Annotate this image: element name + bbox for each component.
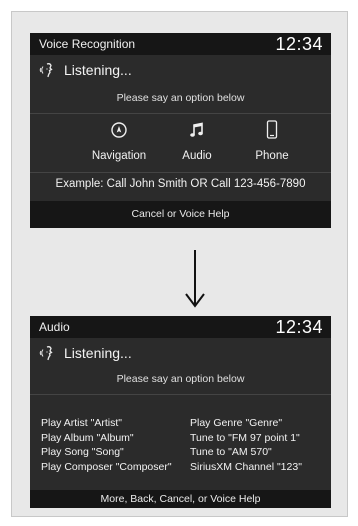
screen-title: Voice Recognition [39,37,136,51]
option-label: Navigation [91,150,147,162]
divider [30,394,331,395]
listening-status: Listening... [38,59,132,81]
option-audio[interactable]: Audio [157,119,237,162]
cancel-voice-help-button[interactable]: Cancel or Voice Help [30,201,331,228]
audio-voice-screen: Audio 12:34 Listening... Please say an o… [30,316,331,508]
divider [30,172,331,173]
title-bar: Voice Recognition 12:34 [30,33,331,55]
prompt-text: Please say an option below [116,92,245,104]
divider [30,113,331,114]
clock: 12:34 [275,34,323,54]
more-back-cancel-help-button[interactable]: More, Back, Cancel, or Voice Help [30,490,331,508]
option-phone[interactable]: Phone [232,119,312,162]
command-item: Play Album "Album" [41,431,134,444]
listening-text: Listening... [64,345,132,361]
example-text: Example: Call John Smith OR Call 123-456… [55,178,306,190]
voice-recognition-screen: Voice Recognition 12:34 Listening... Ple… [30,33,331,228]
navigation-icon [79,119,159,141]
command-item: Tune to "AM 570" [190,446,272,458]
options-row: Navigation Audio Phone [30,119,331,169]
arrow-down-icon [184,250,206,308]
command-list-left: Play Artist "Artist" Play Album "Album" … [41,416,172,474]
title-bar: Audio 12:34 [30,316,331,338]
command-item: Play Genre "Genre" [190,417,283,429]
option-label: Audio [182,150,212,162]
command-item: SiriusXM Channel "123" [190,460,302,473]
voice-talking-icon [38,61,56,79]
command-item: Play Song "Song" [41,446,124,458]
option-navigation[interactable]: Navigation [79,119,159,162]
music-note-icon [157,119,237,141]
listening-status: Listening... [38,342,132,364]
command-item: Tune to "FM 97 point 1" [190,431,300,444]
page-frame: Voice Recognition 12:34 Listening... Ple… [11,11,348,517]
clock: 12:34 [275,317,323,337]
phone-icon [232,119,312,141]
command-item: Play Composer "Composer" [41,460,172,473]
command-list-right: Play Genre "Genre" Tune to "FM 97 point … [190,416,302,474]
voice-talking-icon [38,344,56,362]
option-label: Phone [255,150,289,162]
prompt-text: Please say an option below [116,373,245,385]
listening-text: Listening... [64,62,132,78]
screen-title: Audio [39,320,70,334]
command-item: Play Artist "Artist" [41,417,122,429]
